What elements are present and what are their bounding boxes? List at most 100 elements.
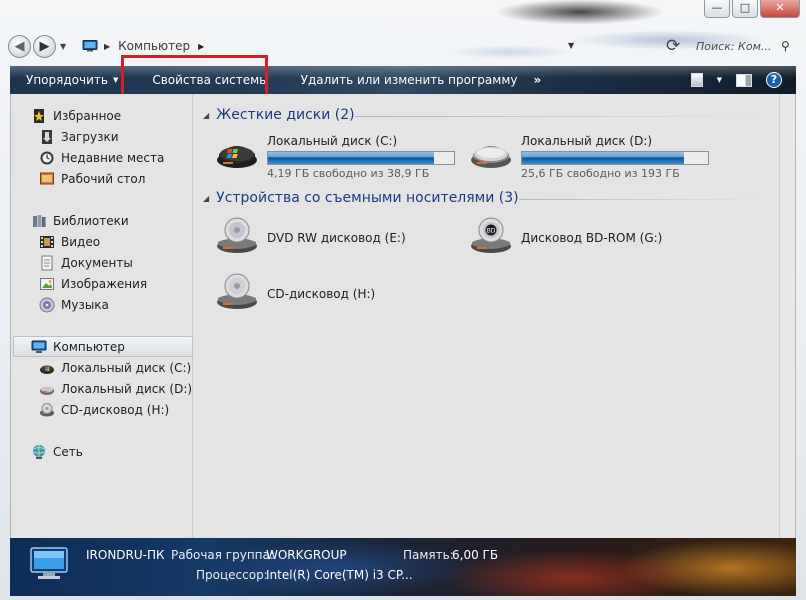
sidebar-item-pictures[interactable]: Изображения bbox=[39, 274, 147, 294]
sidebar-item-cd-drive-h[interactable]: CD-дисковод (H:) bbox=[39, 400, 169, 420]
back-button[interactable]: ◀ bbox=[8, 34, 31, 58]
sidebar-item-label: Документы bbox=[61, 256, 133, 270]
view-options-dropdown-icon[interactable]: ▼ bbox=[717, 76, 722, 84]
music-library-icon bbox=[39, 297, 55, 313]
content-area: Избранное Загрузки Недавние места Рабочи… bbox=[10, 94, 796, 538]
sidebar-item-label: Компьютер bbox=[53, 339, 125, 354]
video-library-icon bbox=[40, 236, 54, 248]
sidebar-item-desktop[interactable]: Рабочий стол bbox=[39, 169, 145, 189]
refresh-icon[interactable]: ⟳ bbox=[666, 36, 680, 56]
drive-name: Локальный диск (D:) bbox=[521, 134, 653, 148]
device-name: Дисковод BD-ROM (G:) bbox=[521, 231, 663, 245]
device-name: CD-дисковод (H:) bbox=[267, 287, 376, 301]
drive-usage-fill bbox=[268, 152, 434, 164]
navigation-buttons: ◀ ▶ ▼ bbox=[8, 32, 72, 60]
device-tile-cd-h[interactable]: CD-дисковод (H:) bbox=[215, 272, 375, 312]
sidebar-item-label: Локальный диск (C:) bbox=[61, 361, 192, 375]
hard-drive-icon bbox=[40, 386, 54, 395]
group-header-removable[interactable]: ◢ Устройства со съемными носителями (3) bbox=[203, 188, 519, 208]
search-input[interactable]: Поиск: Ком... bbox=[696, 40, 778, 53]
cd-drive-icon bbox=[40, 403, 54, 417]
sidebar-item-local-disk-d[interactable]: Локальный диск (D:) bbox=[39, 379, 192, 399]
sidebar-item-favorites[interactable]: Избранное bbox=[31, 106, 121, 126]
uninstall-program-button[interactable]: Удалить или изменить программу bbox=[291, 66, 528, 94]
drive-usage-fill bbox=[522, 152, 684, 164]
sidebar-item-local-disk-c[interactable]: Локальный диск (C:) bbox=[39, 358, 191, 378]
breadcrumb-arrow-icon[interactable]: ▶ bbox=[198, 42, 204, 51]
group-header-hard-drives[interactable]: ◢ Жесткие диски (2) bbox=[203, 105, 355, 125]
drive-info: Локальный диск (C:) 4,19 ГБ свободно из … bbox=[267, 134, 455, 180]
drive-free-space: 25,6 ГБ свободно из 193 ГБ bbox=[521, 167, 680, 180]
device-tile-bd-g[interactable]: BD Дисковод BD-ROM (G:) bbox=[469, 216, 662, 256]
group-divider bbox=[355, 116, 765, 117]
breadcrumb-arrow-icon[interactable]: ▶ bbox=[104, 42, 110, 51]
group-title: Жесткие диски (2) bbox=[216, 107, 355, 123]
sidebar-item-recent-places[interactable]: Недавние места bbox=[39, 148, 164, 168]
recent-places-icon bbox=[40, 151, 54, 165]
processor-value: Intel(R) Core(TM) i3 CP... bbox=[266, 568, 413, 582]
memory-value: 6,00 ГБ bbox=[452, 548, 499, 562]
sidebar-item-label: Загрузки bbox=[61, 130, 119, 144]
maximize-button[interactable]: □ bbox=[732, 0, 758, 18]
drive-usage-bar bbox=[267, 151, 455, 165]
desktop-icon bbox=[40, 172, 54, 185]
collapse-triangle-icon[interactable]: ◢ bbox=[203, 111, 209, 120]
organize-button[interactable]: Упорядочить ▼ bbox=[10, 66, 134, 94]
help-icon[interactable]: ? bbox=[766, 72, 782, 88]
address-dropdown-icon[interactable]: ▼ bbox=[568, 41, 574, 50]
sidebar-item-documents[interactable]: Документы bbox=[39, 253, 133, 273]
arrow-left-icon: ◀ bbox=[14, 38, 25, 54]
computer-icon bbox=[82, 40, 98, 52]
forward-button[interactable]: ▶ bbox=[33, 34, 56, 58]
workgroup-value: WORKGROUP bbox=[266, 548, 347, 562]
computer-monitor-icon bbox=[30, 547, 68, 579]
sidebar-item-label: CD-дисковод (H:) bbox=[61, 403, 170, 417]
address-bar[interactable]: ▶ Компьютер ▶ bbox=[82, 35, 634, 57]
minimize-button[interactable]: — bbox=[704, 0, 730, 18]
computer-name: IRONDRU-ПК bbox=[86, 548, 165, 562]
sidebar-item-label: Изображения bbox=[61, 277, 148, 291]
organize-label: Упорядочить bbox=[26, 73, 108, 87]
dvd-drive-icon bbox=[217, 217, 257, 253]
drive-free-space: 4,19 ГБ свободно из 38,9 ГБ bbox=[267, 167, 430, 180]
sidebar-item-video[interactable]: Видео bbox=[39, 232, 100, 252]
sidebar-item-computer[interactable]: Компьютер bbox=[13, 336, 193, 357]
change-view-icon[interactable] bbox=[690, 73, 703, 87]
libraries-icon bbox=[33, 215, 46, 227]
sidebar-item-label: Локальный диск (D:) bbox=[61, 382, 193, 396]
sidebar-item-label: Библиотеки bbox=[53, 214, 129, 228]
collapse-triangle-icon[interactable]: ◢ bbox=[203, 194, 209, 203]
sidebar-item-label: Рабочий стол bbox=[61, 172, 146, 186]
drive-name: Локальный диск (C:) bbox=[267, 134, 398, 148]
search-icon[interactable]: ⚲ bbox=[781, 39, 790, 53]
device-tile-dvd-e[interactable]: DVD RW дисковод (E:) bbox=[215, 216, 406, 256]
sidebar-item-network[interactable]: Сеть bbox=[31, 442, 83, 462]
view-controls: ▼ ? bbox=[690, 66, 782, 94]
system-properties-button[interactable]: Свойства системы bbox=[134, 66, 290, 94]
processor-label: Процессор: bbox=[196, 568, 268, 582]
hard-drive-windows-icon bbox=[40, 365, 54, 374]
arrow-right-icon: ▶ bbox=[39, 38, 50, 54]
recent-pages-dropdown-icon[interactable]: ▼ bbox=[60, 42, 66, 51]
drives-view: ◢ Жесткие диски (2) Локальный диск (C:) … bbox=[195, 94, 781, 538]
chevron-down-icon: ▼ bbox=[112, 76, 119, 84]
search-box[interactable]: Поиск: Ком... ⚲ bbox=[696, 36, 796, 56]
computer-icon bbox=[31, 340, 47, 353]
favorites-star-icon bbox=[34, 109, 44, 123]
sidebar-item-libraries[interactable]: Библиотеки bbox=[31, 211, 129, 231]
workgroup-label: Рабочая группа: bbox=[171, 548, 274, 562]
sidebar-item-downloads[interactable]: Загрузки bbox=[39, 127, 119, 147]
sidebar-item-music[interactable]: Музыка bbox=[39, 295, 109, 315]
preview-pane-icon[interactable] bbox=[736, 73, 752, 87]
drive-tile-d[interactable]: Локальный диск (D:) 25,6 ГБ свободно из … bbox=[469, 134, 709, 180]
details-pane: IRONDRU-ПК Рабочая группа: WORKGROUP Пам… bbox=[10, 538, 796, 596]
close-button[interactable]: ✕ bbox=[760, 0, 800, 18]
hard-drive-icon bbox=[471, 146, 511, 168]
pictures-library-icon bbox=[40, 278, 54, 290]
more-commands-button[interactable]: » bbox=[527, 66, 547, 94]
drive-tile-c[interactable]: Локальный диск (C:) 4,19 ГБ свободно из … bbox=[215, 134, 455, 180]
vertical-scrollbar[interactable] bbox=[779, 94, 795, 538]
breadcrumb-computer[interactable]: Компьютер bbox=[118, 39, 190, 53]
network-icon bbox=[33, 445, 45, 459]
group-title: Устройства со съемными носителями (3) bbox=[216, 190, 519, 206]
